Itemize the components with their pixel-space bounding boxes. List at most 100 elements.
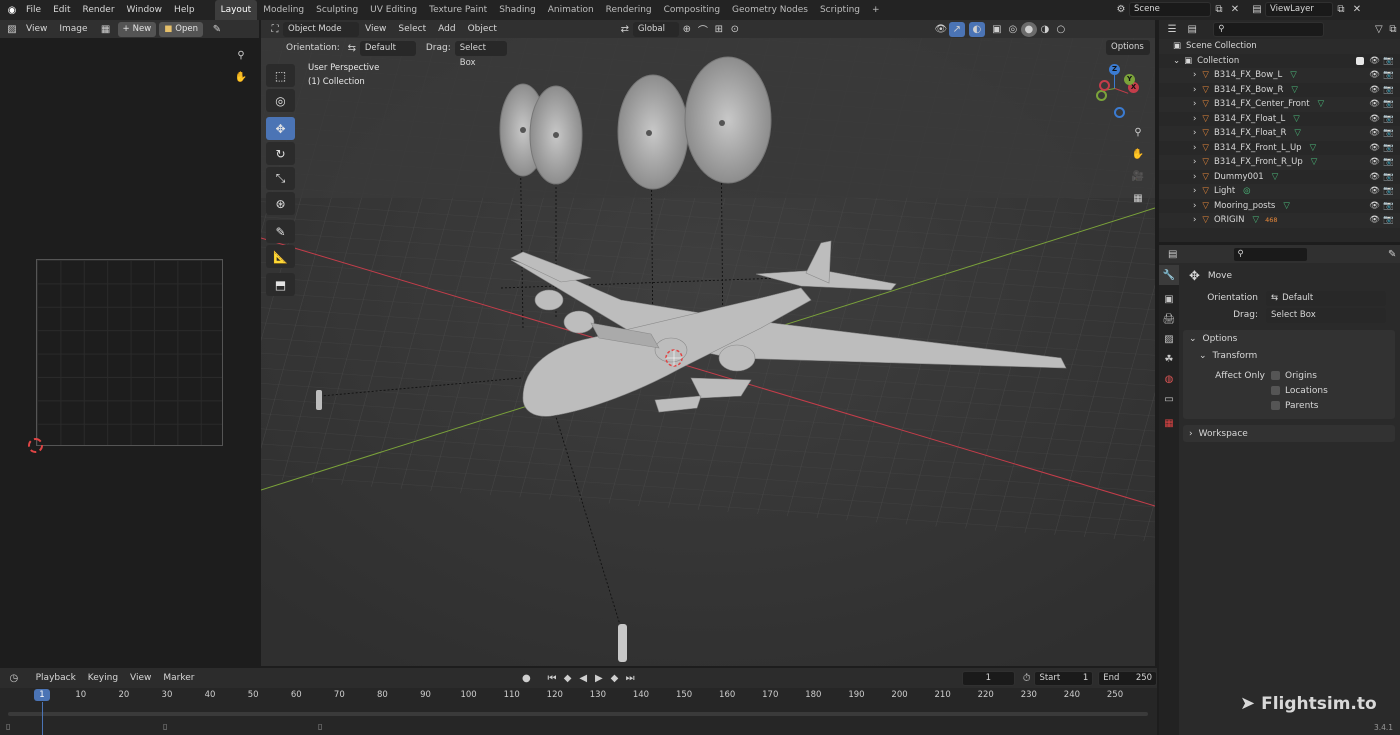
camera-icon[interactable]: 📷	[1383, 99, 1394, 109]
2d-cursor-icon[interactable]	[28, 438, 43, 453]
workspace-panel-header[interactable]: › Workspace	[1183, 425, 1395, 442]
camera-icon[interactable]: 📷	[1383, 143, 1394, 153]
transform-orientation-icon[interactable]: ⇄	[617, 22, 633, 37]
tab-texture-paint[interactable]: Texture Paint	[423, 0, 493, 20]
chevron-right-icon[interactable]: ›	[1193, 70, 1196, 80]
chevron-down-icon[interactable]: ⌄	[1173, 56, 1180, 66]
outliner-row-object[interactable]: › ▽ B314_FX_Front_L_Up ▽ 👁 📷	[1159, 141, 1400, 156]
end-frame-field[interactable]: End 250	[1098, 670, 1158, 686]
menu-view[interactable]: View	[124, 668, 157, 688]
view-layer-icon[interactable]: ▤	[1249, 2, 1265, 17]
3d-viewport[interactable]: User Perspective (1) Collection Z X Y ⚲ …	[261, 38, 1155, 666]
eye-icon[interactable]: 👁	[1369, 172, 1380, 182]
outliner-row-object[interactable]: › ▽ B314_FX_Bow_L ▽ 👁 📷	[1159, 68, 1400, 83]
pan-hand-icon[interactable]: ✋	[233, 70, 249, 85]
eye-icon[interactable]: 👁	[1369, 85, 1380, 95]
gizmo-toggle-icon[interactable]: ↗	[948, 21, 965, 37]
new-collection-icon[interactable]: ⧉	[1386, 22, 1400, 37]
new-scene-icon[interactable]: ⧉	[1211, 2, 1227, 17]
playhead[interactable]: 1	[34, 689, 50, 701]
tool-tab-icon[interactable]: 🔧	[1159, 265, 1179, 285]
gizmo-y-button[interactable]: Y	[1124, 74, 1135, 85]
zoom-icon[interactable]: ⚲	[233, 48, 249, 63]
new-view-layer-icon[interactable]: ⧉	[1333, 2, 1349, 17]
new-image-button[interactable]: + New	[117, 21, 157, 37]
outliner-row-collection[interactable]: ⌄ ▣ Collection 👁 📷	[1159, 54, 1400, 69]
move-tool-icon[interactable]: ✥	[266, 117, 295, 140]
measure-tool-icon[interactable]: 📐	[266, 245, 295, 268]
chevron-right-icon[interactable]: ›	[1193, 128, 1196, 138]
scene-field[interactable]: Scene	[1129, 2, 1211, 17]
shading-solid-icon[interactable]: ●	[1020, 21, 1037, 37]
tab-uv-editing[interactable]: UV Editing	[364, 0, 423, 20]
menu-image[interactable]: Image	[53, 19, 93, 39]
outliner-row-object[interactable]: › ▽ B314_FX_Float_R ▽ 👁 📷	[1159, 126, 1400, 141]
eye-icon[interactable]: 👁	[1369, 157, 1380, 167]
locations-checkbox[interactable]	[1271, 386, 1280, 395]
display-mode-icon[interactable]: ▤	[1185, 22, 1199, 37]
annotate-tool-icon[interactable]: ✎	[266, 220, 295, 243]
chevron-right-icon[interactable]: ›	[1193, 114, 1196, 124]
view-layer-field[interactable]: ViewLayer	[1265, 2, 1333, 17]
xray-icon[interactable]: ▣	[989, 22, 1005, 37]
scene-icon[interactable]: ⚙	[1113, 2, 1129, 17]
outliner-row-object[interactable]: › ▽ B314_FX_Front_R_Up ▽ 👁 📷	[1159, 155, 1400, 170]
gizmo-z-button[interactable]: Z	[1109, 64, 1120, 75]
eye-icon[interactable]: 👁	[1369, 56, 1380, 66]
tab-animation[interactable]: Animation	[542, 0, 600, 20]
render-tab-icon[interactable]: ▣	[1159, 289, 1179, 309]
pin-icon[interactable]: ✎	[209, 22, 225, 37]
shading-material-icon[interactable]: ◑	[1037, 22, 1053, 37]
tab-rendering[interactable]: Rendering	[600, 0, 658, 20]
chevron-right-icon[interactable]: ›	[1193, 143, 1196, 153]
filter-icon[interactable]: ▽	[1372, 22, 1386, 37]
outliner-row-object[interactable]: › ▽ Dummy001 ▽ 👁 📷	[1159, 170, 1400, 185]
camera-icon[interactable]: 📷	[1383, 186, 1394, 196]
tab-scripting[interactable]: Scripting	[814, 0, 866, 20]
world-tab-icon[interactable]: ◍	[1159, 369, 1179, 389]
chevron-right-icon[interactable]: ›	[1193, 215, 1196, 225]
exclude-checkbox[interactable]	[1356, 56, 1364, 65]
tab-modeling[interactable]: Modeling	[257, 0, 310, 20]
snap-target-icon[interactable]: ⊞	[711, 22, 727, 37]
eye-icon[interactable]: 👁	[1369, 201, 1380, 211]
select-box-tool-icon[interactable]: ⬚	[266, 64, 295, 87]
pin-icon[interactable]: ✎	[1384, 247, 1400, 262]
menu-window[interactable]: Window	[121, 0, 169, 20]
eye-icon[interactable]: 👁	[1369, 70, 1380, 80]
gizmo-neg-z-icon[interactable]	[1114, 107, 1125, 118]
outliner-row-object[interactable]: › ▽ Light ◎ 👁 📷	[1159, 184, 1400, 199]
transform-subpanel-header[interactable]: ⌄ Transform	[1183, 347, 1395, 364]
menu-help[interactable]: Help	[168, 0, 201, 20]
rotate-tool-icon[interactable]: ↻	[266, 142, 295, 165]
outliner-row-scene-collection[interactable]: ▣ Scene Collection	[1159, 39, 1400, 54]
parents-checkbox[interactable]	[1271, 401, 1280, 410]
blender-logo-icon[interactable]: ◉	[4, 3, 20, 18]
view-layer-tab-icon[interactable]: ▨	[1159, 329, 1179, 349]
timeline-scrollbar[interactable]	[8, 712, 1148, 716]
outliner-editor-icon[interactable]: ☰	[1165, 22, 1179, 37]
menu-file[interactable]: File	[20, 0, 47, 20]
camera-icon[interactable]: 📷	[1383, 157, 1394, 167]
menu-marker[interactable]: Marker	[157, 668, 200, 688]
gizmo-neg-y-icon[interactable]	[1096, 90, 1107, 101]
menu-edit[interactable]: Edit	[47, 0, 76, 20]
options-panel-header[interactable]: ⌄ Options	[1183, 330, 1395, 347]
image-browse-icon[interactable]: ▦	[98, 22, 114, 37]
timeline-ruler[interactable]: 1 ▯ ▯ ▯ 10 20 30 40 50 60 70 80 90 100 110 120 130 14…	[0, 688, 1157, 735]
overlay-toggle-icon[interactable]: ◐	[968, 21, 985, 37]
menu-add[interactable]: Add	[432, 19, 461, 39]
collection-tab-icon[interactable]: ▭	[1159, 389, 1179, 409]
eye-icon[interactable]: 👁	[1369, 215, 1380, 225]
camera-icon[interactable]: 📷	[1383, 114, 1394, 124]
proportional-edit-icon[interactable]: ⊙	[727, 22, 743, 37]
shading-wireframe-icon[interactable]: ◎	[1005, 22, 1021, 37]
play-reverse-icon[interactable]: ◀	[575, 671, 591, 686]
menu-playback[interactable]: Playback	[30, 668, 82, 688]
outliner-search-input[interactable]: ⚲	[1213, 21, 1324, 37]
transform-space-select[interactable]: Global	[632, 21, 679, 37]
mode-select[interactable]: Object Mode	[283, 21, 359, 37]
tab-shading[interactable]: Shading	[493, 0, 542, 20]
prop-drag-select[interactable]: Select Box	[1266, 307, 1386, 323]
tab-compositing[interactable]: Compositing	[658, 0, 726, 20]
